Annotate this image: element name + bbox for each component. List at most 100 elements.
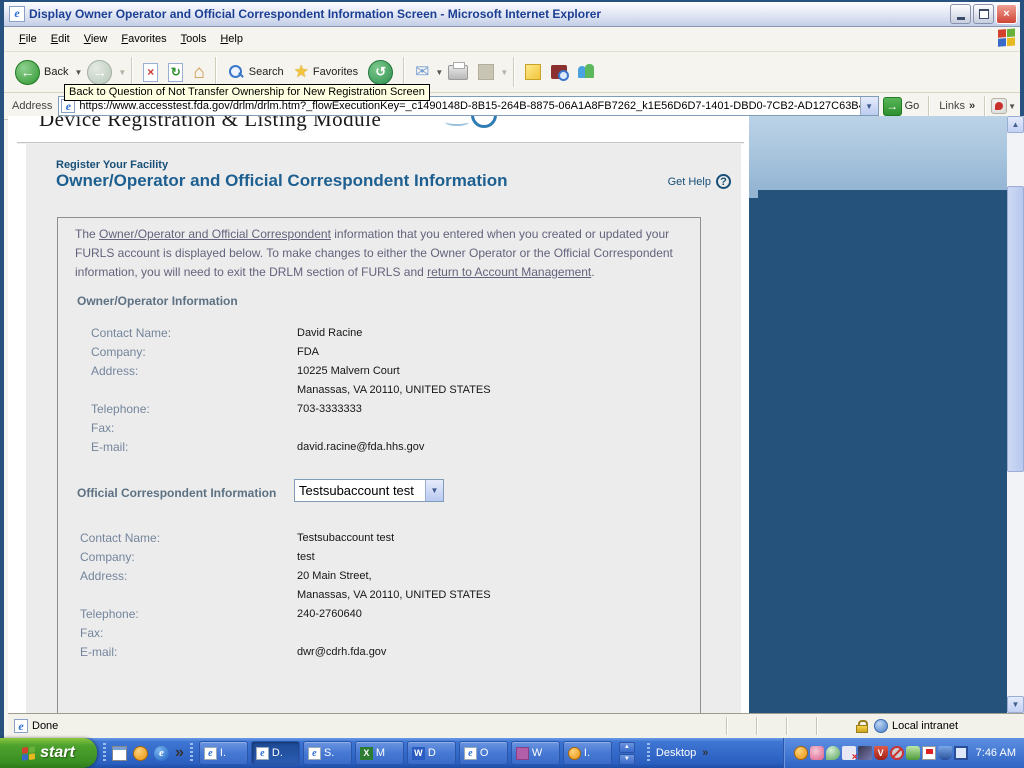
- taskbar-button-1[interactable]: e I.: [198, 741, 248, 765]
- menu-tools[interactable]: Tools: [174, 30, 214, 48]
- messenger-button[interactable]: [572, 62, 600, 82]
- menu-favorites[interactable]: Favorites: [114, 30, 173, 48]
- minimize-icon: [956, 17, 965, 20]
- ie-icon: e: [307, 746, 321, 760]
- owner-field-row: Fax:: [91, 421, 491, 440]
- toolbar-grip[interactable]: [189, 743, 193, 763]
- discuss-button[interactable]: [520, 62, 546, 82]
- acrobat-icon[interactable]: [991, 98, 1008, 114]
- mail-button[interactable]: ✉: [410, 61, 434, 83]
- show-desktop-icon[interactable]: [112, 745, 127, 761]
- tray-disabled-icon[interactable]: [889, 746, 904, 760]
- search-button[interactable]: Search: [222, 61, 289, 83]
- selected-correspondent: Testsubaccount test: [299, 483, 414, 498]
- toolbar-grip[interactable]: [103, 743, 106, 763]
- start-button[interactable]: start: [0, 738, 97, 768]
- edit-icon: [478, 64, 495, 80]
- tray-update-icon[interactable]: [905, 746, 920, 760]
- menu-help[interactable]: Help: [213, 30, 250, 48]
- get-help-link[interactable]: Get Help ?: [668, 174, 731, 189]
- taskbar-button-4[interactable]: X M: [354, 741, 404, 765]
- taskbar-button-2-active[interactable]: e D.: [250, 741, 300, 765]
- refresh-icon: ↻: [168, 62, 184, 82]
- tray-clock-icon[interactable]: [793, 746, 808, 760]
- edit-dropdown: ▼: [500, 67, 509, 77]
- favorites-button[interactable]: ★ Favorites: [289, 61, 364, 83]
- taskbar-scroll-buttons[interactable]: ▲ ▼: [618, 741, 635, 765]
- tray-key-icon[interactable]: [857, 746, 872, 760]
- intro-part: .: [591, 265, 595, 279]
- tray-security-shield-icon[interactable]: [937, 746, 952, 760]
- back-dropdown[interactable]: ▼: [74, 68, 82, 77]
- chevron-icon[interactable]: »: [702, 747, 708, 759]
- menu-view[interactable]: View: [77, 30, 115, 48]
- research-button[interactable]: [546, 63, 572, 81]
- excel-icon: X: [359, 746, 373, 760]
- field-value: test: [297, 551, 315, 563]
- taskbar-button-5[interactable]: W D: [406, 741, 456, 765]
- quick-launch-bar: e »: [97, 743, 199, 763]
- quick-launch-ie-icon[interactable]: e: [154, 745, 169, 761]
- content-panel: Register Your Facility Owner/Operator an…: [26, 144, 741, 713]
- owner-field-row: Manassas, VA 20110, UNITED STATES: [91, 383, 491, 402]
- home-button[interactable]: ⌂: [188, 61, 209, 84]
- back-button[interactable]: ← Back: [10, 58, 73, 87]
- tray-app-icon[interactable]: [809, 746, 824, 760]
- go-button[interactable]: → Go: [882, 96, 919, 116]
- windows-flag-icon: [22, 745, 36, 761]
- field-value: 703-3333333: [297, 403, 362, 415]
- correspondent-field-row: Contact Name: Testsubaccount test: [80, 531, 491, 550]
- chevron-down-icon[interactable]: ▼: [425, 480, 443, 501]
- stop-button[interactable]: ×: [138, 61, 163, 84]
- links-toolbar[interactable]: Links »: [935, 100, 979, 112]
- scroll-down-arrow[interactable]: ▼: [618, 753, 635, 765]
- scroll-up-arrow[interactable]: ▲: [618, 741, 635, 753]
- maximize-button[interactable]: [973, 4, 994, 24]
- field-value: 10225 Malvern Court: [297, 365, 400, 377]
- tray-flag-icon[interactable]: [921, 746, 936, 760]
- taskbar-button-6[interactable]: e O: [458, 741, 508, 765]
- refresh-button[interactable]: ↻: [163, 61, 188, 84]
- favorites-label: Favorites: [312, 66, 359, 78]
- desktop-toolbar[interactable]: Desktop »: [639, 743, 716, 763]
- toolbar-grip[interactable]: [646, 743, 650, 763]
- owner-field-row: Company: FDA: [91, 345, 491, 364]
- forward-button[interactable]: →: [82, 58, 117, 87]
- window-title: Display Owner Operator and Official Corr…: [29, 7, 602, 21]
- official-correspondent-select[interactable]: Testsubaccount test ▼: [294, 479, 444, 502]
- tray-chat-icon[interactable]: [825, 746, 840, 760]
- address-dropdown[interactable]: ▼: [859, 97, 878, 115]
- scroll-down-arrow[interactable]: ▼: [1007, 696, 1024, 713]
- back-label: Back: [44, 66, 69, 78]
- tray-network-icon[interactable]: [953, 746, 968, 760]
- owner-operator-link[interactable]: Owner/Operator and Official Corresponden…: [99, 227, 331, 241]
- taskbar-button-7[interactable]: W: [510, 741, 560, 765]
- quick-launch-clock-icon[interactable]: [133, 745, 148, 761]
- menu-edit[interactable]: Edit: [44, 30, 77, 48]
- taskbar-clock[interactable]: 7:46 AM: [976, 747, 1016, 759]
- acrobat-dropdown[interactable]: ▼: [1008, 102, 1016, 111]
- scroll-up-arrow[interactable]: ▲: [1007, 116, 1024, 133]
- toolbar-separator: [928, 96, 931, 116]
- tray-offline-contact-icon[interactable]: [841, 746, 858, 763]
- tray-antivirus-icon[interactable]: V: [873, 746, 888, 760]
- help-question-icon[interactable]: ?: [716, 174, 731, 189]
- vertical-scrollbar[interactable]: ▲ ▼: [1007, 116, 1024, 713]
- menu-file[interactable]: File: [12, 30, 44, 48]
- print-button[interactable]: [443, 61, 473, 82]
- chevron-icon[interactable]: »: [175, 744, 184, 762]
- minimize-button[interactable]: [950, 4, 971, 24]
- intro-part: The: [75, 227, 100, 241]
- status-pane: [815, 717, 846, 735]
- title-bar[interactable]: e Display Owner Operator and Official Co…: [4, 2, 1020, 27]
- mail-dropdown[interactable]: ▼: [435, 68, 443, 77]
- account-management-link[interactable]: return to Account Management: [427, 265, 591, 279]
- taskbar-button-8[interactable]: I.: [562, 741, 612, 765]
- field-value: David Racine: [297, 327, 363, 339]
- sidebar-light-band: [749, 116, 1007, 190]
- field-label: E-mail:: [91, 440, 129, 454]
- close-button[interactable]: ×: [996, 4, 1017, 24]
- scrollbar-thumb[interactable]: [1007, 186, 1024, 472]
- taskbar-button-3[interactable]: e S.: [302, 741, 352, 765]
- history-button[interactable]: ↺: [363, 58, 398, 87]
